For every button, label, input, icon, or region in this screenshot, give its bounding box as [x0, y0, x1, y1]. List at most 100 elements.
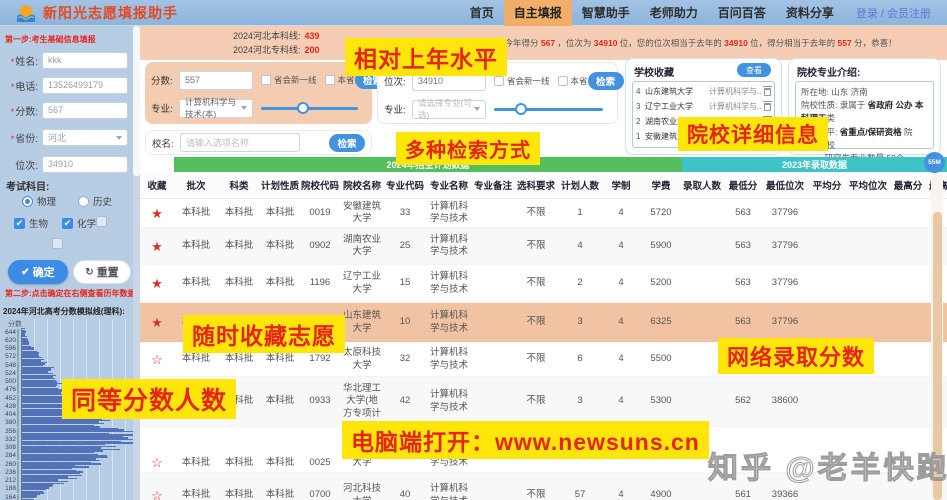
table-cell: 57 [574, 489, 586, 500]
history-radio[interactable]: 历史 [78, 194, 112, 208]
table-cell: 2 [577, 277, 583, 289]
favorite-star[interactable]: ★ [140, 316, 174, 329]
column-header: 最高分 [893, 181, 923, 192]
radio-dot [78, 195, 89, 207]
table-cell: 本科批 [224, 206, 254, 218]
view-collection-button[interactable]: 查看 [737, 63, 771, 77]
major-select[interactable]: 请选择专业(可选) [412, 98, 486, 120]
biology-checkbox[interactable]: ✔ 生物 [14, 216, 48, 230]
collection-major: 计算机科学与... [709, 102, 762, 111]
major-range-slider[interactable] [494, 102, 603, 115]
table-cell: 湖南农业大学 [343, 233, 382, 257]
confirm-button[interactable]: ✔ 确定 [8, 260, 68, 284]
slider-handle[interactable] [296, 101, 309, 114]
table-cell: 安徽建筑大学 [343, 200, 382, 224]
school-name-input[interactable] [180, 133, 300, 152]
favorite-star[interactable]: ☆ [140, 489, 174, 500]
table-cell: 32 [399, 353, 411, 365]
rank-input[interactable] [42, 155, 128, 173]
nav-item-qa[interactable]: 百问百答 [708, 0, 776, 26]
table-cell: 563 [735, 277, 751, 289]
cutoff-label: 2024河北专科线: [233, 45, 301, 55]
watermark-logo: 知乎 [708, 452, 774, 486]
chemistry-checkbox[interactable]: ✔ 化学 [62, 216, 96, 230]
capital-newtier-checkbox[interactable] [261, 75, 271, 85]
extra-subject-checkbox[interactable] [96, 216, 111, 227]
y-axis-tick: 572 [0, 353, 19, 362]
major-filter-row: 专业: 请选择专业(可选) [384, 98, 611, 120]
province-select[interactable]: 河北 [42, 128, 128, 146]
table-cell: 本科批 [265, 353, 295, 365]
score-input[interactable] [42, 101, 128, 119]
y-axis-tick: 596 [0, 345, 19, 353]
home-province-label: 本省 [570, 76, 588, 86]
nav-item-resource-share[interactable]: 资料分享 [776, 0, 844, 26]
radio-dot [22, 195, 33, 207]
table-cell: 本科批 [265, 206, 295, 218]
name-input[interactable] [42, 51, 128, 69]
chevron-down-icon [116, 135, 122, 140]
table-cell: 6 [577, 353, 583, 365]
favorite-star[interactable]: ☆ [140, 456, 174, 469]
table-row[interactable]: ★ 本科批 本科批 本科批 0902 湖南农业大学 25 计算机科学与技术 不限 4 4 5900 56… [140, 228, 947, 265]
capital-newtier-checkbox[interactable] [494, 76, 504, 86]
y-axis-tick: 380 [0, 419, 19, 428]
table-cell: 本科批 [181, 456, 211, 468]
annotation-callout: 同等分数人数 [62, 379, 237, 419]
table-cell: 6325 [650, 316, 672, 328]
table-cell: 太原科技大学 [343, 347, 382, 371]
cutoff-value: 439 [304, 31, 320, 41]
y-axis-tick: 500 [0, 378, 19, 386]
collection-item[interactable]: 3 辽宁工业大学 计算机科学与... [636, 99, 772, 114]
y-axis-tick: 644 [0, 328, 19, 337]
table-cell: 0902 [309, 239, 331, 251]
chart-title: 2024年河北高考分数模拟线(理科): [3, 307, 125, 316]
nav-item-smart-helper[interactable]: 智慧助手 [572, 0, 640, 26]
sidebar-scrollbar[interactable] [133, 26, 140, 176]
summary-text: 位，得分相当于去年的 [747, 38, 838, 48]
column-header: 院校名称 [342, 181, 381, 192]
favorite-star[interactable]: ☆ [140, 353, 174, 366]
major-range-slider[interactable] [261, 101, 358, 114]
major-select[interactable]: 计算机科学与技术(本) [179, 97, 253, 119]
nav-item-home[interactable]: 首页 [460, 0, 504, 26]
table-cell: 4900 [650, 489, 672, 500]
score-input[interactable] [179, 70, 253, 90]
info-highlight: 省重点/保研资格 [839, 126, 902, 137]
table-row[interactable]: ★ 本科批 本科批 本科批 0019 安徽建筑大学 33 计算机科学与技术 不限 1 4 5720 56… [140, 199, 947, 228]
rank-label: 位次: [384, 77, 406, 88]
slider-handle[interactable] [515, 102, 528, 115]
collection-title: 学校收藏 [634, 68, 674, 79]
table-row[interactable]: ☆本科批本科批本科批0933华北理工大学(地方专项计42计算机科学与技术不限34… [140, 377, 947, 427]
physics-radio[interactable]: 物理 [22, 194, 56, 208]
nav-item-teacher-help[interactable]: 老师助力 [640, 0, 708, 26]
delete-icon[interactable] [763, 100, 772, 111]
favorite-star[interactable]: ★ [140, 240, 174, 253]
login-link[interactable]: 登录 [856, 8, 878, 20]
favorite-star[interactable]: ★ [140, 207, 174, 220]
table-cell: 计算机科学与技术 [429, 200, 468, 224]
reset-button[interactable]: ↻ 重置 [73, 260, 131, 284]
phone-input[interactable] [42, 76, 128, 94]
delete-icon[interactable] [763, 85, 772, 96]
collection-item[interactable]: 4 山东建筑大学 计算机科学与... [636, 84, 772, 99]
y-axis-tick: 524 [0, 369, 19, 378]
score-value: 34910 [593, 38, 618, 48]
home-province-checkbox[interactable] [557, 76, 568, 86]
y-axis-tick: 188 [0, 485, 19, 494]
checkbox-label: 生物 [29, 219, 49, 230]
table-cell: 4 [618, 206, 624, 218]
favorite-star[interactable]: ★ [140, 277, 174, 290]
register-link[interactable]: 会员注册 [887, 8, 931, 20]
extra-subject-checkbox[interactable] [52, 238, 67, 249]
search-by-school-button[interactable]: 检索 [329, 133, 365, 152]
table-cell: 本科批 [181, 239, 211, 251]
table-row[interactable]: ★ 本科批 本科批 本科批 1196 辽宁工业大学 15 计算机科学与技术 不限 2 4 5200 56… [140, 265, 947, 303]
floating-badge[interactable]: 55M [924, 152, 945, 173]
nav-item-self-fill[interactable]: 自主填报 [503, 0, 572, 26]
column-header: 学费 [651, 181, 671, 192]
table-cell: 33 [399, 206, 411, 218]
name-label: *姓名: [10, 56, 38, 68]
search-by-rank-button[interactable]: 检索 [587, 72, 624, 90]
home-province-checkbox[interactable] [324, 75, 335, 85]
